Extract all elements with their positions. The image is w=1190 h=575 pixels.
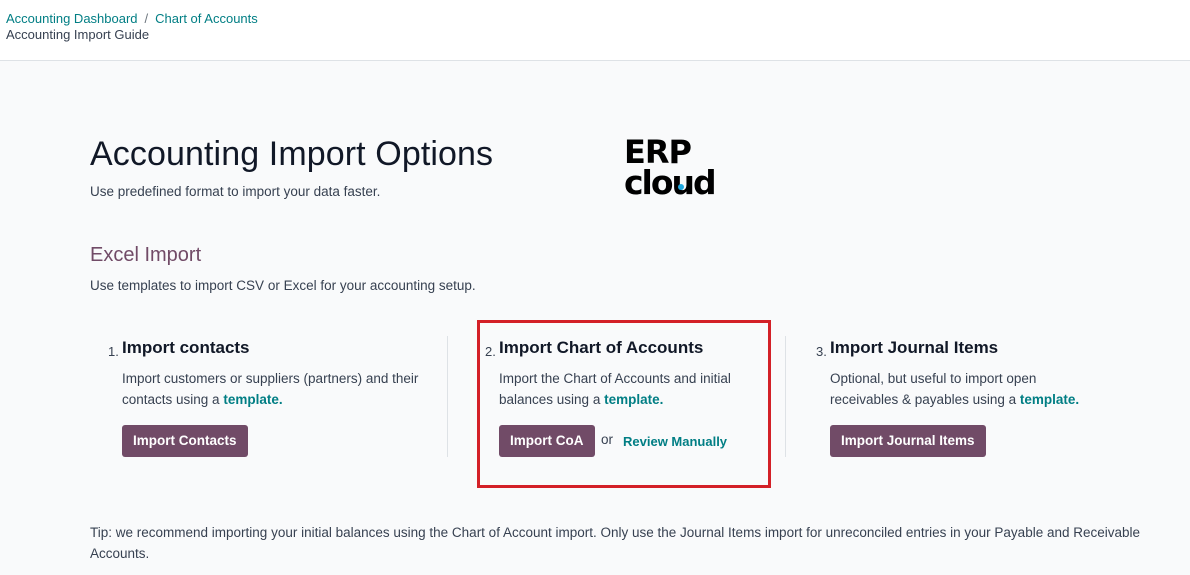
step-title: Import contacts [122,338,250,357]
highlight-annotation-box [477,320,771,488]
import-contacts-button[interactable]: Import Contacts [122,425,248,457]
control-panel: Accounting Dashboard / Chart of Accounts A… [0,0,1190,61]
logo-text-cloud: cloud [624,163,715,197]
step-title: Import Journal Items [830,338,999,357]
column-divider [447,336,448,457]
erp-cloud-logo: ERP cloud [624,135,717,197]
step-description: Optional, but useful to import open rece… [830,368,1100,410]
breadcrumb-chart-of-accounts[interactable]: Chart of Accounts [155,11,258,26]
template-link[interactable]: template. [1020,392,1079,407]
section-description: Use templates to import CSV or Excel for… [90,278,476,293]
logo-accent-dot [678,184,684,190]
column-divider [785,336,786,457]
page-description: Use predefined format to import your dat… [90,184,381,199]
step-number: 1. [108,344,119,359]
breadcrumb-accounting-dashboard[interactable]: Accounting Dashboard [6,11,138,26]
page-title: Accounting Import Options [90,135,494,173]
breadcrumb-separator: / [144,11,149,26]
breadcrumb: Accounting Dashboard / Chart of Accounts [6,11,258,27]
import-journal-items-button[interactable]: Import Journal Items [830,425,986,457]
breadcrumb-current: Accounting Import Guide [6,27,150,42]
step-description: Import customers or suppliers (partners)… [122,368,447,410]
step-number: 3. [816,344,827,359]
tip-text: Tip: we recommend importing your initial… [90,525,1141,561]
template-link[interactable]: template. [223,392,282,407]
section-title-excel-import: Excel Import [90,244,202,266]
step-text: Optional, but useful to import open rece… [830,371,1037,407]
